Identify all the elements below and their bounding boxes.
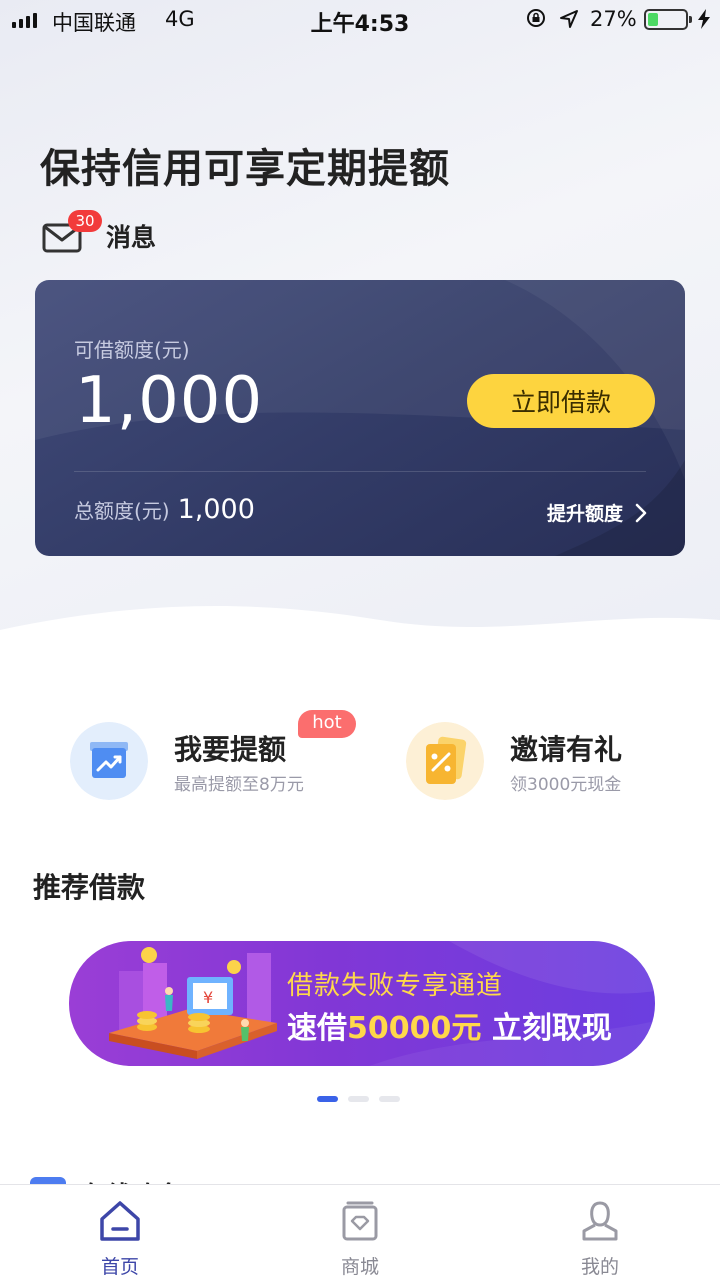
carousel-dot[interactable] xyxy=(348,1096,369,1102)
profile-icon xyxy=(582,1201,618,1241)
card-divider xyxy=(74,471,646,472)
tab-home[interactable]: 首页 xyxy=(0,1185,240,1280)
trend-up-icon xyxy=(70,722,148,800)
raise-limit-label: 提升额度 xyxy=(546,503,623,525)
carousel-dot[interactable] xyxy=(317,1096,338,1102)
charging-bolt-icon xyxy=(698,9,710,29)
banner-prefix: 速借 xyxy=(287,1011,347,1046)
raise-limit-feature[interactable]: 我要提额 最高提额至8万元 hot xyxy=(70,710,370,802)
available-limit-amount: 1,000 xyxy=(75,364,264,438)
raise-limit-link[interactable]: 提升额度 xyxy=(547,499,647,526)
tab-shop[interactable]: 商城 xyxy=(240,1185,480,1280)
total-limit-amount: 1,000 xyxy=(177,494,255,525)
rotation-lock-icon xyxy=(527,9,545,27)
status-bar: 中国联通 4G 上午4:53 27% xyxy=(0,0,720,40)
shop-icon xyxy=(342,1201,378,1241)
total-limit-label: 总额度(元) xyxy=(74,499,170,523)
messages-entry[interactable]: 30 消息 xyxy=(42,210,157,256)
location-arrow-icon xyxy=(560,10,578,28)
tab-shop-label: 商城 xyxy=(340,1256,379,1278)
battery-icon xyxy=(644,9,692,30)
invite-feature[interactable]: 邀请有礼 领3000元现金 xyxy=(406,722,696,802)
banner-line1: 借款失败专享通道 xyxy=(287,971,504,1001)
svg-text:¥: ¥ xyxy=(203,988,213,1007)
wave-divider xyxy=(0,606,720,670)
credit-limit-card: 可借额度(元) 1,000 立即借款 总额度(元) 1,000 提升额度 xyxy=(35,280,685,556)
banner-line2: 速借50000元 立刻取现 xyxy=(287,1003,612,1047)
invite-title: 邀请有礼 xyxy=(510,733,623,766)
banner-amount: 50000元 xyxy=(347,1011,482,1046)
messages-label: 消息 xyxy=(106,223,157,252)
raise-limit-title: 我要提额 xyxy=(174,733,287,766)
banner-suffix: 立刻取现 xyxy=(491,1011,612,1046)
home-icon xyxy=(100,1201,140,1241)
chevron-right-icon xyxy=(635,503,647,522)
invite-subtitle: 领3000元现金 xyxy=(510,775,622,795)
borrow-now-button[interactable]: 立即借款 xyxy=(467,374,655,428)
recommend-section-title: 推荐借款 xyxy=(33,871,146,904)
carousel-dots xyxy=(317,1096,400,1102)
available-limit-label: 可借额度(元) xyxy=(74,338,190,362)
coupon-icon xyxy=(406,722,484,800)
tab-home-label: 首页 xyxy=(100,1256,139,1278)
battery-percent: 27% xyxy=(590,7,637,31)
hot-badge: hot xyxy=(298,710,356,738)
promo-banner[interactable]: ¥ 借款失败专享通道 速借50000元 立刻取现 xyxy=(69,941,655,1066)
page-headline: 保持信用可享定期提额 xyxy=(40,146,450,192)
tab-profile[interactable]: 我的 xyxy=(480,1185,720,1280)
message-count-badge: 30 xyxy=(68,210,102,232)
raise-limit-subtitle: 最高提额至8万元 xyxy=(174,775,304,795)
total-limit-row: 总额度(元) 1,000 xyxy=(74,494,255,525)
bottom-tab-bar: 首页 商城 我的 xyxy=(0,1184,720,1280)
tab-profile-label: 我的 xyxy=(580,1256,619,1278)
carousel-dot[interactable] xyxy=(379,1096,400,1102)
